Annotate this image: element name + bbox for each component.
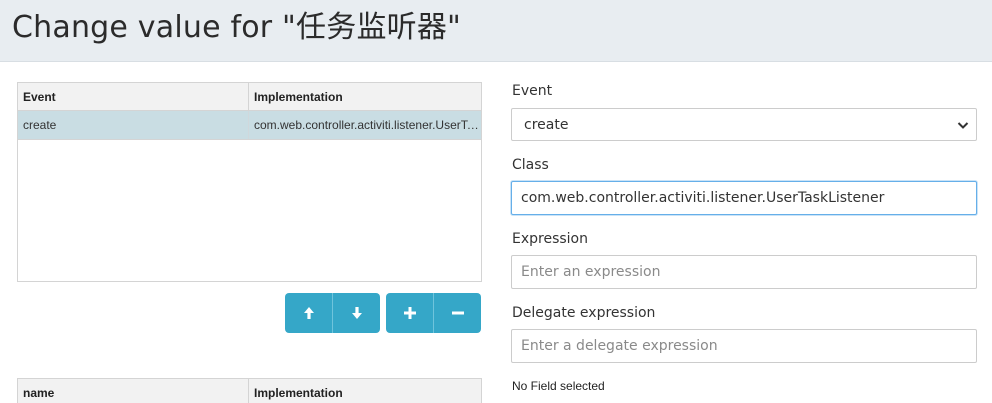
column-header-name[interactable]: name: [18, 379, 249, 403]
move-button-group: [285, 293, 380, 333]
listeners-table: Event Implementation create com.web.cont…: [17, 82, 482, 282]
event-label: Event: [512, 83, 553, 99]
no-field-selected-text: No Field selected: [512, 379, 605, 393]
fields-table: name Implementation: [17, 378, 482, 403]
table-header: Event Implementation: [18, 83, 481, 111]
event-select[interactable]: create: [511, 108, 977, 141]
delegate-expression-label: Delegate expression: [512, 305, 656, 321]
column-header-implementation[interactable]: Implementation: [249, 379, 481, 403]
expression-input[interactable]: [511, 255, 977, 289]
add-listener-button[interactable]: [386, 293, 433, 333]
chevron-down-icon: [957, 122, 969, 129]
column-header-implementation[interactable]: Implementation: [249, 83, 481, 110]
cell-implementation-text: com.web.controller.activiti.listener.Use…: [254, 118, 480, 132]
cell-implementation: com.web.controller.activiti.listener.Use…: [249, 111, 481, 139]
table-row[interactable]: create com.web.controller.activiti.liste…: [18, 111, 481, 140]
cell-event: create: [18, 111, 249, 139]
table-header: name Implementation: [18, 379, 481, 403]
move-down-button[interactable]: [332, 293, 380, 333]
arrow-down-icon: [351, 307, 362, 319]
minus-icon: [451, 311, 464, 315]
modal-header: Change value for "任务监听器": [0, 0, 992, 62]
remove-listener-button[interactable]: [433, 293, 481, 333]
class-label: Class: [512, 157, 549, 173]
event-select-value: create: [524, 116, 569, 133]
move-up-button[interactable]: [285, 293, 332, 333]
page-title: Change value for "任务监听器": [12, 10, 462, 45]
arrow-up-icon: [303, 307, 314, 319]
column-header-event[interactable]: Event: [18, 83, 249, 110]
plus-icon: [403, 307, 416, 319]
add-remove-button-group: [386, 293, 481, 333]
expression-label: Expression: [512, 231, 588, 247]
delegate-expression-input[interactable]: [511, 329, 977, 363]
class-input[interactable]: [511, 181, 977, 215]
